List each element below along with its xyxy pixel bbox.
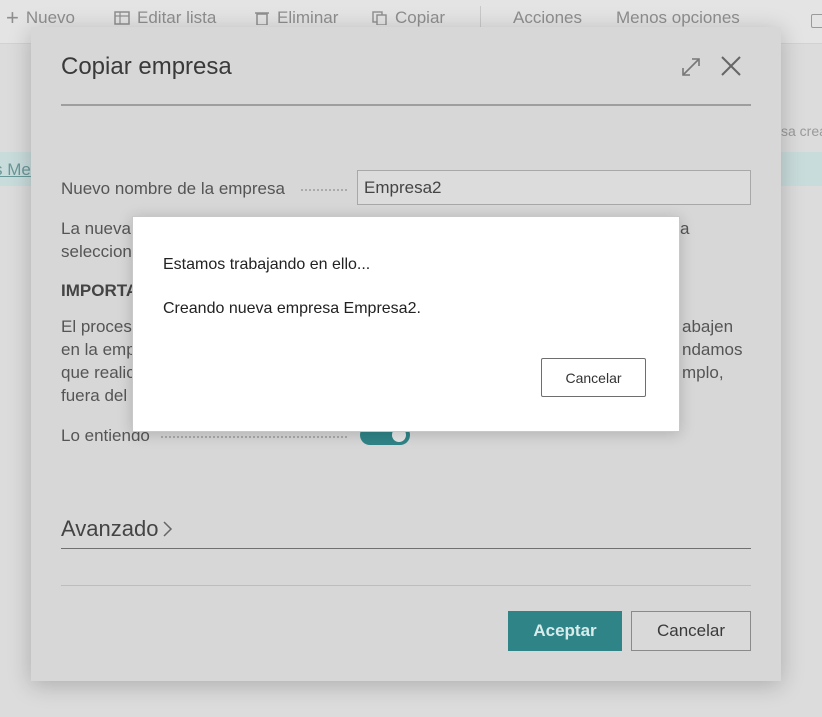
description-line-2: seleccion: [61, 242, 132, 261]
advanced-section-header[interactable]: Avanzado: [61, 516, 174, 542]
expand-icon[interactable]: [679, 55, 703, 79]
progress-status-text: Estamos trabajando en ello...: [163, 256, 371, 273]
warning-line-3-end: mplo,: [682, 363, 724, 382]
progress-cancel-button[interactable]: Cancelar: [541, 358, 646, 397]
fewer-options-button[interactable]: Menos opciones: [616, 8, 740, 28]
actions-menu[interactable]: Acciones: [513, 8, 582, 28]
copy-icon: [372, 11, 387, 25]
description-line-1-end: a: [680, 219, 690, 238]
footer-divider: [61, 585, 751, 586]
title-divider: [61, 104, 751, 106]
description-line-1: La nueva: [61, 219, 131, 238]
important-heading: IMPORTA: [61, 281, 139, 300]
edit-list-button[interactable]: Editar lista: [114, 8, 216, 28]
new-name-label: Nuevo nombre de la empresa: [61, 179, 285, 198]
cancel-button[interactable]: Cancelar: [631, 611, 751, 651]
warning-line-4: fuera del: [61, 386, 128, 405]
warning-line-2-end: ndamos: [682, 340, 743, 359]
background-text: sa crea: [781, 123, 822, 139]
chevron-right-icon: [163, 521, 173, 537]
toggle-leader-dots: [161, 436, 347, 438]
warning-line-1-end: abajen: [682, 317, 734, 336]
new-name-input[interactable]: [357, 170, 751, 205]
warning-line-1: El proces: [61, 317, 132, 336]
plus-icon: +: [6, 5, 19, 30]
share-icon[interactable]: [811, 14, 822, 28]
close-icon[interactable]: [718, 53, 744, 79]
ok-button[interactable]: Aceptar: [508, 611, 622, 651]
field-leader-dots: [301, 189, 347, 191]
dialog-title: Copiar empresa: [61, 53, 232, 80]
table-edit-icon: [114, 11, 130, 25]
progress-dialog: Estamos trabajando en ello... Creando nu…: [132, 216, 680, 432]
warning-line-3: que realic: [61, 363, 135, 382]
new-button[interactable]: + Nuevo: [6, 5, 75, 30]
progress-detail-text: Creando nueva empresa Empresa2.: [163, 300, 421, 317]
copy-button[interactable]: Copiar: [372, 8, 445, 28]
advanced-divider: [61, 548, 751, 549]
delete-button[interactable]: Eliminar: [254, 8, 338, 28]
background-link[interactable]: s Me: [0, 160, 31, 180]
warning-line-2: en la emp: [61, 340, 136, 359]
trash-icon: [255, 12, 269, 25]
